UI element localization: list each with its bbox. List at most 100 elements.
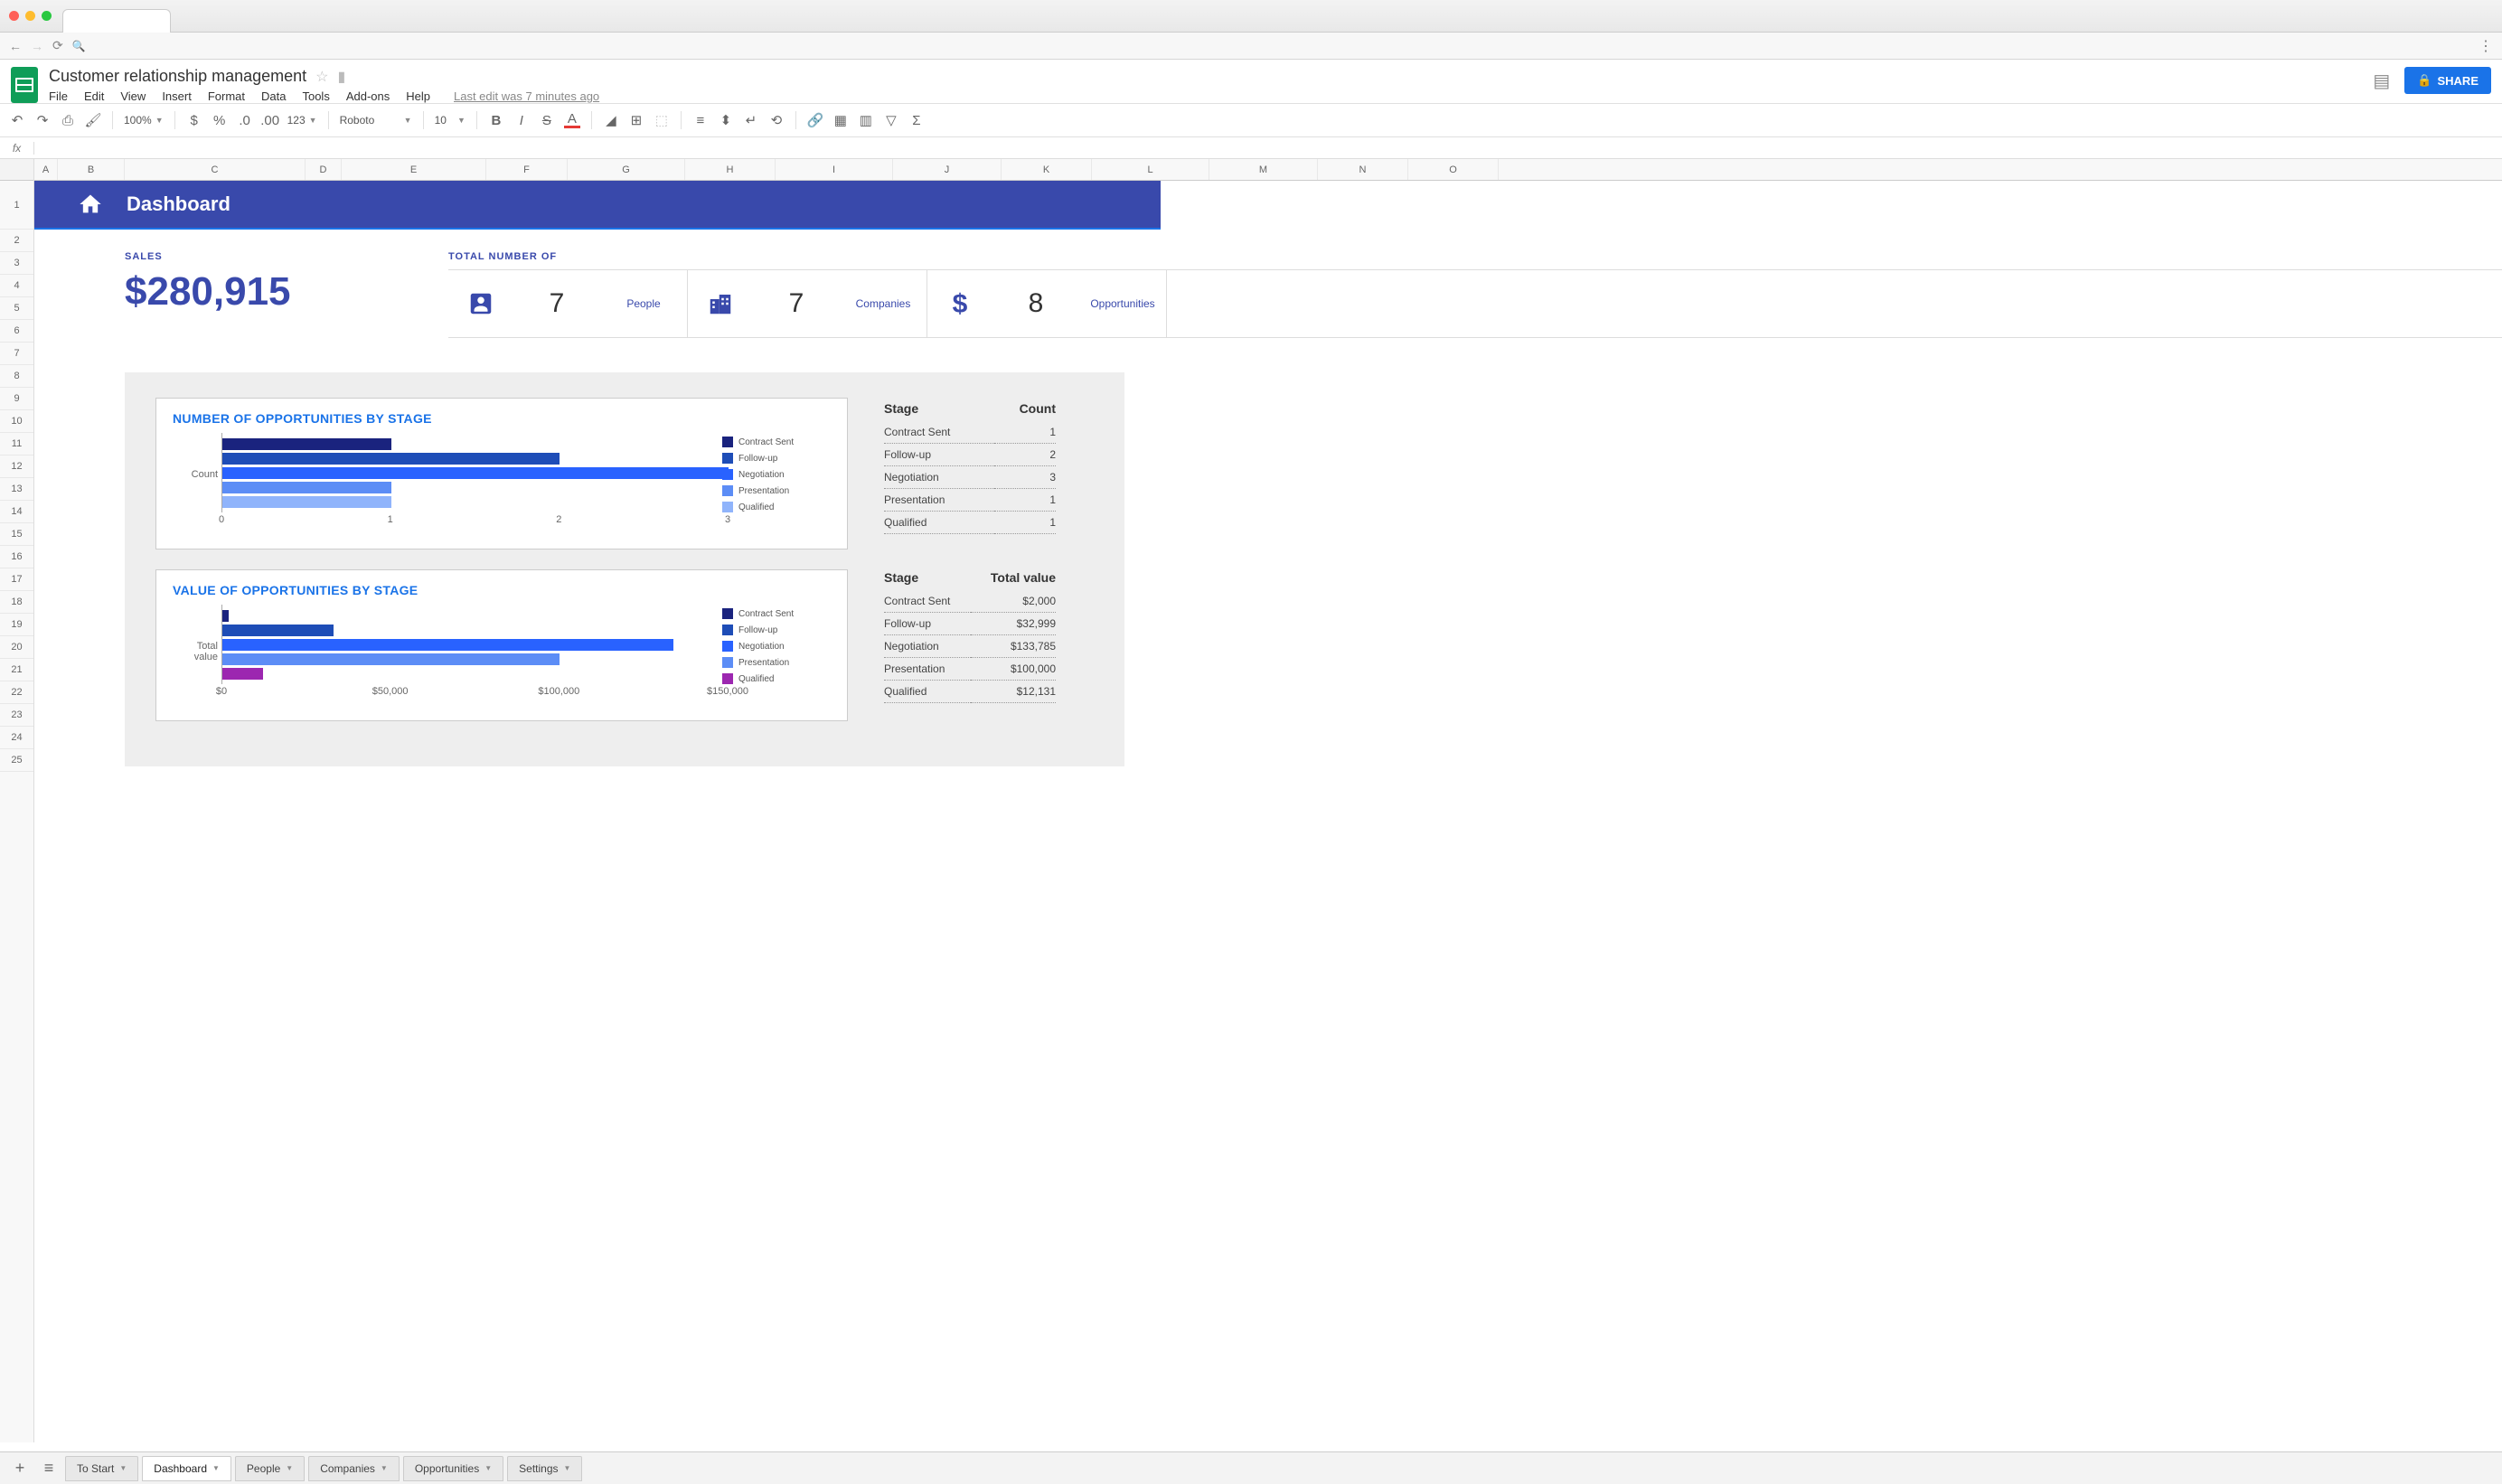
decrease-decimal-icon[interactable]: .0 (237, 112, 253, 128)
grid-body[interactable]: ABCDEFGHIJKLMNO Dashboard SALES $280,915… (34, 159, 2502, 1442)
row-header[interactable]: 2 (0, 230, 33, 252)
row-header[interactable]: 5 (0, 297, 33, 320)
select-all-corner[interactable] (0, 159, 33, 181)
row-header[interactable]: 1 (0, 181, 33, 230)
menu-tools[interactable]: Tools (302, 89, 329, 103)
strikethrough-icon[interactable]: S (539, 112, 555, 128)
menu-data[interactable]: Data (261, 89, 286, 103)
paint-format-icon[interactable]: 🖌 (85, 112, 101, 128)
forward-icon[interactable]: → (31, 39, 43, 53)
search-icon[interactable]: 🔍 (72, 40, 86, 52)
menu-help[interactable]: Help (406, 89, 430, 103)
chevron-down-icon[interactable]: ▼ (119, 1464, 127, 1472)
insert-comment-icon[interactable]: ▦ (832, 112, 849, 128)
row-header[interactable]: 20 (0, 636, 33, 659)
column-header[interactable]: I (776, 159, 893, 180)
folder-icon[interactable]: ▮ (338, 68, 346, 86)
fill-color-icon[interactable]: ◢ (603, 112, 619, 128)
row-header[interactable]: 11 (0, 433, 33, 456)
print-icon[interactable]: ⎙ (60, 112, 76, 128)
share-button[interactable]: 🔒 SHARE (2404, 67, 2491, 94)
menu-view[interactable]: View (120, 89, 146, 103)
comments-icon[interactable]: ▤ (2373, 70, 2390, 92)
row-header[interactable]: 13 (0, 478, 33, 501)
chevron-down-icon[interactable]: ▼ (564, 1464, 571, 1472)
close-window-icon[interactable] (9, 11, 19, 21)
back-icon[interactable]: ← (9, 39, 22, 53)
column-header[interactable]: G (568, 159, 685, 180)
column-header[interactable]: N (1318, 159, 1408, 180)
menu-add-ons[interactable]: Add-ons (346, 89, 390, 103)
column-header[interactable]: M (1209, 159, 1318, 180)
menu-insert[interactable]: Insert (162, 89, 192, 103)
column-header[interactable]: K (1002, 159, 1092, 180)
italic-icon[interactable]: I (513, 112, 530, 128)
chevron-down-icon[interactable]: ▼ (484, 1464, 492, 1472)
row-header[interactable]: 10 (0, 410, 33, 433)
row-header[interactable]: 21 (0, 659, 33, 681)
row-header[interactable]: 6 (0, 320, 33, 343)
row-header[interactable]: 9 (0, 388, 33, 410)
document-title[interactable]: Customer relationship management (49, 67, 306, 86)
sheet-tab-settings[interactable]: Settings▼ (507, 1456, 582, 1481)
row-header[interactable]: 7 (0, 343, 33, 365)
bold-icon[interactable]: B (488, 112, 504, 128)
text-color-icon[interactable]: A (564, 112, 580, 128)
row-header[interactable]: 3 (0, 252, 33, 275)
column-header[interactable]: F (486, 159, 568, 180)
column-header[interactable]: J (893, 159, 1002, 180)
minimize-window-icon[interactable] (25, 11, 35, 21)
all-sheets-icon[interactable]: ≡ (36, 1456, 61, 1481)
row-header[interactable]: 22 (0, 681, 33, 704)
column-header[interactable]: H (685, 159, 776, 180)
sheet-tab-dashboard[interactable]: Dashboard▼ (142, 1456, 231, 1481)
row-header[interactable]: 16 (0, 546, 33, 568)
sheets-logo-icon[interactable] (11, 67, 38, 103)
menu-format[interactable]: Format (208, 89, 245, 103)
insert-chart-icon[interactable]: ▥ (858, 112, 874, 128)
borders-icon[interactable]: ⊞ (628, 112, 644, 128)
percent-icon[interactable]: % (212, 112, 228, 128)
insert-link-icon[interactable]: 🔗 (807, 112, 823, 128)
column-header[interactable]: D (306, 159, 342, 180)
menu-file[interactable]: File (49, 89, 68, 103)
row-header[interactable]: 8 (0, 365, 33, 388)
increase-decimal-icon[interactable]: .00 (262, 112, 278, 128)
redo-icon[interactable]: ↷ (34, 112, 51, 128)
column-header[interactable]: E (342, 159, 486, 180)
chevron-down-icon[interactable]: ▼ (286, 1464, 293, 1472)
column-header[interactable]: O (1408, 159, 1499, 180)
functions-icon[interactable]: Σ (908, 112, 925, 128)
column-header[interactable]: A (34, 159, 58, 180)
sheet-tab-people[interactable]: People▼ (235, 1456, 305, 1481)
font-dropdown[interactable]: Roboto▼ (340, 114, 412, 127)
undo-icon[interactable]: ↶ (9, 112, 25, 128)
chevron-down-icon[interactable]: ▼ (381, 1464, 388, 1472)
maximize-window-icon[interactable] (42, 11, 52, 21)
filter-icon[interactable]: ▽ (883, 112, 899, 128)
text-rotate-icon[interactable]: ⟲ (768, 112, 785, 128)
row-header[interactable]: 23 (0, 704, 33, 727)
row-header[interactable]: 4 (0, 275, 33, 297)
menu-edit[interactable]: Edit (84, 89, 104, 103)
reload-icon[interactable]: ⟳ (52, 38, 63, 53)
sheet-tab-to-start[interactable]: To Start▼ (65, 1456, 138, 1481)
vertical-align-icon[interactable]: ⬍ (718, 112, 734, 128)
sheet-tab-companies[interactable]: Companies▼ (308, 1456, 400, 1481)
row-header[interactable]: 24 (0, 727, 33, 749)
row-header[interactable]: 25 (0, 749, 33, 772)
browser-menu-icon[interactable]: ⋮ (2478, 37, 2493, 55)
font-size-dropdown[interactable]: 10▼ (435, 114, 466, 127)
merge-cells-icon[interactable]: ⬚ (654, 112, 670, 128)
column-header[interactable]: L (1092, 159, 1209, 180)
column-header[interactable]: B (58, 159, 125, 180)
last-edit-text[interactable]: Last edit was 7 minutes ago (454, 89, 599, 103)
column-header[interactable]: C (125, 159, 306, 180)
sheet-tab-opportunities[interactable]: Opportunities▼ (403, 1456, 503, 1481)
row-header[interactable]: 19 (0, 614, 33, 636)
browser-tab[interactable] (62, 9, 171, 33)
text-wrap-icon[interactable]: ↵ (743, 112, 759, 128)
row-header[interactable]: 12 (0, 456, 33, 478)
chevron-down-icon[interactable]: ▼ (212, 1464, 220, 1472)
zoom-dropdown[interactable]: 100%▼ (124, 114, 164, 127)
